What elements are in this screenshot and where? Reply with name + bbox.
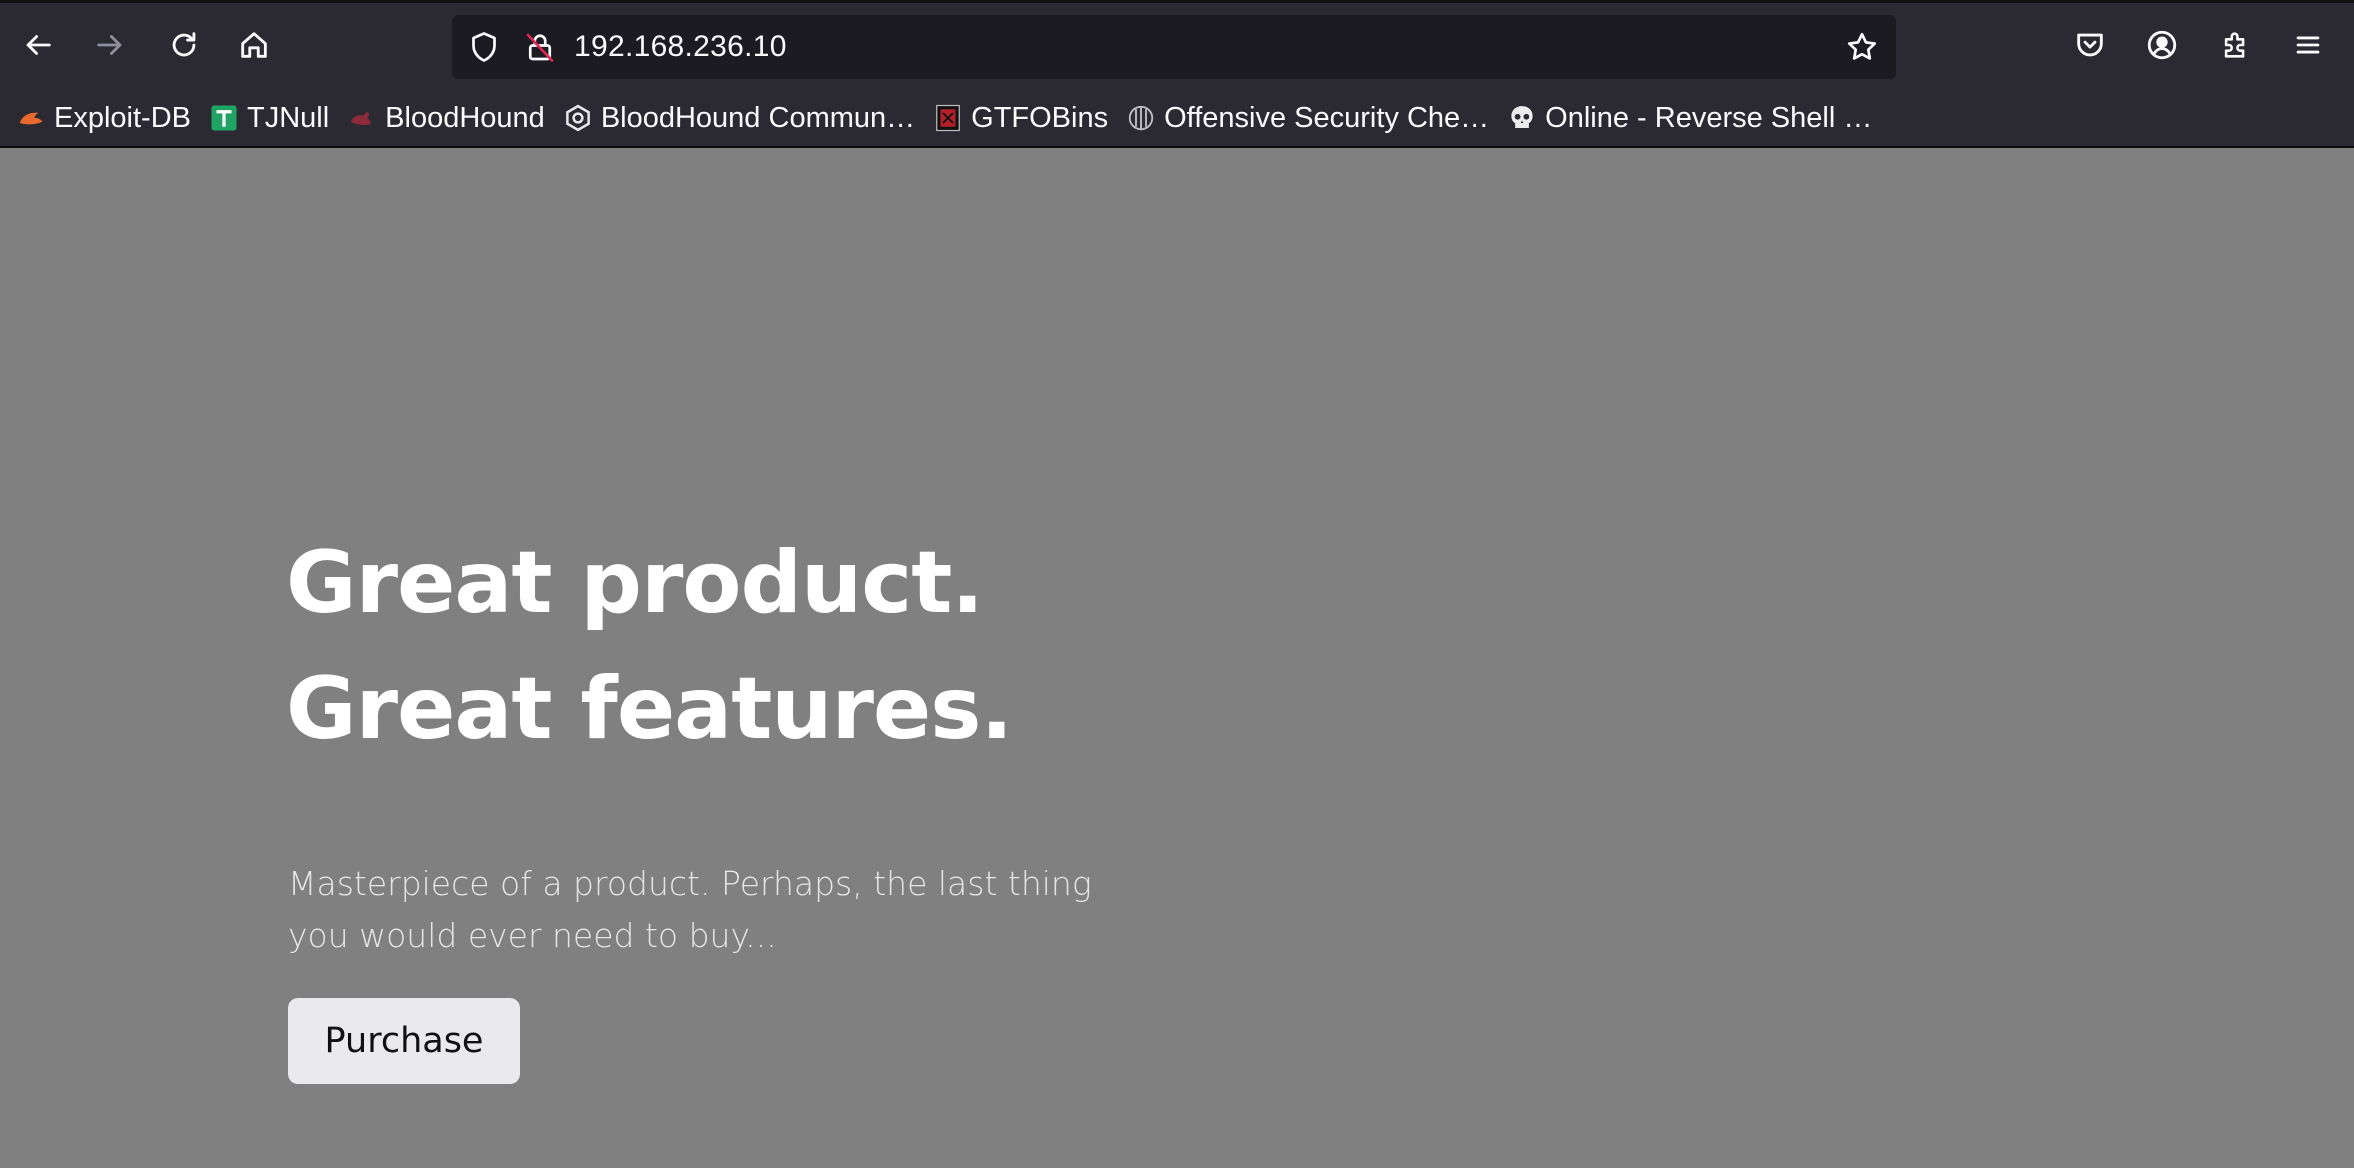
reload-button[interactable]	[160, 21, 208, 69]
account-icon	[2147, 30, 2177, 60]
shield-icon[interactable]	[466, 29, 502, 65]
bookmark-bloodhound[interactable]: BloodHound	[343, 96, 555, 140]
hero-title-line-1: Great product.	[286, 533, 984, 633]
bookmark-label: TJNull	[247, 101, 330, 134]
bookmark-tjnull[interactable]: TJNull	[205, 96, 339, 140]
bookmark-gtfobins[interactable]: GTFOBins	[929, 96, 1118, 140]
url-text[interactable]: 192.168.236.10	[574, 15, 787, 79]
forward-button[interactable]	[86, 21, 134, 69]
bookmark-label: GTFOBins	[971, 101, 1109, 134]
arrow-left-icon	[26, 35, 51, 55]
account-button[interactable]	[2138, 21, 2186, 69]
pocket-icon	[2077, 33, 2103, 57]
back-button[interactable]	[14, 21, 62, 69]
bookmarks-toolbar: Exploit-DB TJNull BloodHound BloodHound …	[0, 95, 2354, 141]
star-icon[interactable]	[1844, 29, 1880, 65]
home-icon	[241, 32, 267, 58]
offsec-cheatsheet-icon	[1128, 105, 1154, 131]
bookmark-label: Offensive Security Che…	[1164, 101, 1490, 134]
home-button[interactable]	[230, 21, 278, 69]
bookmark-offsec-cheatsheet[interactable]: Offensive Security Che…	[1122, 96, 1499, 140]
insecure-lock-icon[interactable]	[522, 29, 558, 65]
hero-title: Great product. Great features.	[286, 520, 1013, 772]
menu-button[interactable]	[2284, 21, 2332, 69]
bookmark-reverse-shell[interactable]: Online - Reverse Shell …	[1503, 96, 1882, 140]
url-bar[interactable]: 192.168.236.10	[452, 15, 1896, 79]
hero-description: Masterpiece of a product. Perhaps, the l…	[288, 864, 1092, 955]
tjnull-icon	[211, 105, 237, 131]
puzzle-icon	[2224, 32, 2245, 58]
skull-icon	[1511, 106, 1533, 128]
bookmark-label: Exploit-DB	[54, 101, 191, 134]
bookmark-label: BloodHound	[385, 101, 545, 134]
navigation-toolbar: 192.168.236.10	[0, 3, 2354, 89]
extensions-button[interactable]	[2212, 21, 2260, 69]
bookmark-bloodhound-community[interactable]: BloodHound Commun…	[559, 96, 925, 140]
arrow-right-icon	[97, 35, 122, 55]
browser-chrome: 192.168.236.10 Exploit-DB TJNull BloodHo…	[0, 0, 2354, 148]
page-content: Great product. Great features. Masterpie…	[0, 148, 2354, 1168]
gtfobins-icon	[936, 104, 961, 132]
bloodhound-community-icon	[565, 104, 590, 132]
pocket-button[interactable]	[2066, 21, 2114, 69]
bookmark-label: BloodHound Commun…	[600, 101, 916, 134]
hamburger-menu-icon	[2296, 36, 2320, 54]
hero-title-line-2: Great features.	[286, 659, 1013, 759]
bookmark-label: Online - Reverse Shell …	[1545, 101, 1873, 134]
exploit-db-icon	[19, 112, 43, 125]
reload-icon	[172, 32, 196, 57]
purchase-button[interactable]: Purchase	[288, 998, 520, 1084]
bloodhound-icon	[350, 111, 371, 125]
bookmark-exploit-db[interactable]: Exploit-DB	[12, 96, 201, 140]
